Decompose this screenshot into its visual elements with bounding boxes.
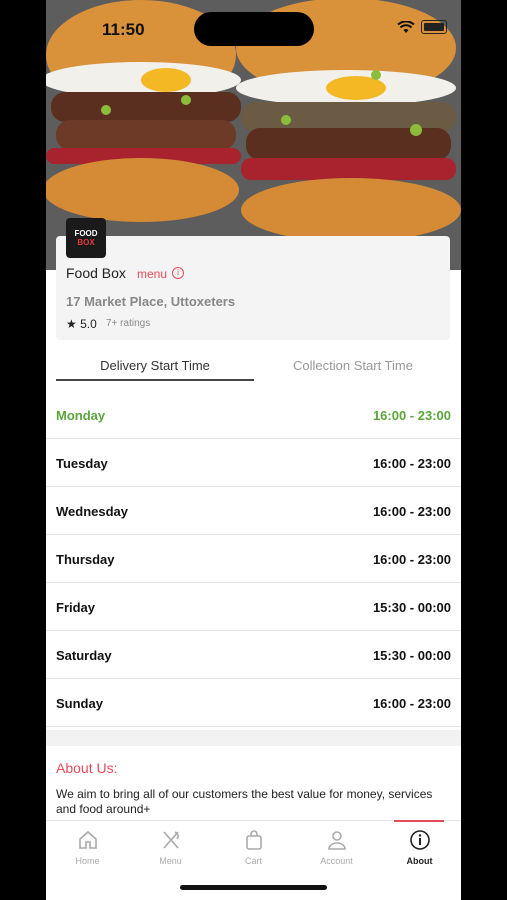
battery-icon <box>421 20 447 34</box>
time-range: 15:30 - 00:00 <box>372 648 451 663</box>
time-range: 16:00 - 23:00 <box>372 552 451 567</box>
ratings-count: 7+ ratings <box>106 318 151 329</box>
day-label: Friday <box>56 600 96 615</box>
restaurant-logo: FOOD BOX <box>66 218 106 258</box>
day-label: Monday <box>56 408 106 423</box>
nav-home-label: Home <box>75 856 100 866</box>
nav-about-label: About <box>406 856 433 866</box>
status-bar: 11:50 <box>46 0 461 54</box>
time-tabs: Delivery Start Time Collection Start Tim… <box>56 358 450 388</box>
opening-hours-list: Monday 16:00 - 23:00 Tuesday 16:00 - 23:… <box>46 391 461 727</box>
wifi-icon <box>397 20 415 33</box>
section-divider <box>46 730 461 746</box>
menu-link[interactable]: menu <box>137 267 167 281</box>
hours-row: Tuesday 16:00 - 23:00 <box>46 439 461 487</box>
user-icon <box>328 831 346 850</box>
time-range: 16:00 - 23:00 <box>372 696 451 711</box>
tab-collection-start-time[interactable]: Collection Start Time <box>254 358 452 373</box>
rating-value: 5.0 <box>80 317 97 331</box>
day-label: Sunday <box>56 696 103 711</box>
logo-text-line2: BOX <box>77 238 95 247</box>
home-icon <box>79 830 97 849</box>
time-range: 16:00 - 23:00 <box>372 408 451 423</box>
bag-icon <box>246 830 262 850</box>
active-tab-indicator <box>394 820 444 822</box>
hours-row: Saturday 15:30 - 00:00 <box>46 631 461 679</box>
hours-row: Friday 15:30 - 00:00 <box>46 583 461 631</box>
nav-account[interactable]: Account <box>295 821 378 881</box>
hours-row: Thursday 16:00 - 23:00 <box>46 535 461 583</box>
hours-row: Sunday 16:00 - 23:00 <box>46 679 461 727</box>
phone-screen: 11:50 FOOD BOX Food Box menu i 17 Market… <box>46 0 461 900</box>
nav-menu[interactable]: Menu <box>129 821 212 881</box>
day-label: Wednesday <box>56 504 129 519</box>
cutlery-icon <box>163 831 179 849</box>
logo-text-line1: FOOD <box>74 229 98 238</box>
time-range: 16:00 - 23:00 <box>372 504 451 519</box>
home-indicator <box>180 885 327 890</box>
day-label: Tuesday <box>56 456 108 471</box>
status-icons <box>397 20 447 34</box>
info-icon <box>410 830 430 850</box>
rating: ★ 5.0 <box>66 317 97 331</box>
dynamic-island <box>194 12 314 46</box>
time-range: 15:30 - 00:00 <box>372 600 451 615</box>
nav-cart[interactable]: Cart <box>212 821 295 881</box>
info-icon[interactable]: i <box>172 267 184 279</box>
nav-menu-label: Menu <box>159 856 182 866</box>
day-label: Thursday <box>56 552 115 567</box>
nav-home[interactable]: Home <box>46 821 129 881</box>
nav-about[interactable]: About <box>378 820 461 881</box>
star-icon: ★ <box>66 317 77 331</box>
about-text: We aim to bring all of our customers the… <box>56 787 433 816</box>
time-range: 16:00 - 23:00 <box>372 456 451 471</box>
day-label: Saturday <box>56 648 112 663</box>
nav-account-label: Account <box>320 856 353 866</box>
restaurant-info-card: FOOD BOX Food Box menu i 17 Market Place… <box>56 218 450 340</box>
restaurant-name: Food Box <box>66 265 126 281</box>
tab-delivery-start-time[interactable]: Delivery Start Time <box>56 358 254 381</box>
hours-row: Wednesday 16:00 - 23:00 <box>46 487 461 535</box>
hours-row: Monday 16:00 - 23:00 <box>46 391 461 439</box>
status-time: 11:50 <box>102 20 145 39</box>
restaurant-address: 17 Market Place, Uttoxeters <box>66 294 236 309</box>
nav-cart-label: Cart <box>244 856 262 866</box>
about-title: About Us: <box>56 760 118 776</box>
